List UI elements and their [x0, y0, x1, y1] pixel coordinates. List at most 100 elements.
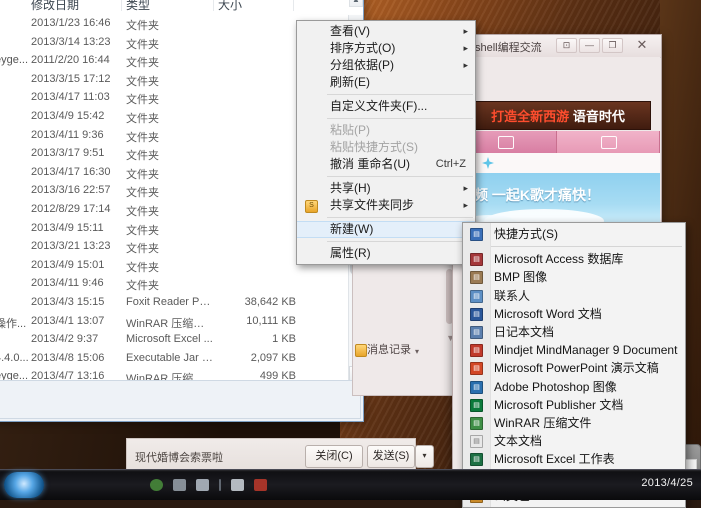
- dropdown-caret-icon[interactable]: ▾: [415, 347, 419, 356]
- table-row[interactable]: 2013/4/2 9:37 Microsoft Excel ... 1 KB: [0, 331, 349, 350]
- qq-title-bar[interactable]: shell编程交流 ⊡ — ❐ ✕: [453, 35, 661, 58]
- system-tray[interactable]: [150, 476, 267, 494]
- new-submenu-item-label: BMP 图像: [494, 270, 548, 285]
- context-menu-item[interactable]: 属性(R): [297, 245, 475, 262]
- winrar-icon: ▤: [470, 416, 483, 430]
- new-submenu-item-label: 日记本文档: [494, 324, 555, 339]
- context-menu-item[interactable]: 查看(V) ▸: [297, 23, 475, 40]
- column-header-date[interactable]: 修改日期: [31, 0, 79, 13]
- context-menu-item[interactable]: 撤消 重命名(U) Ctrl+Z: [297, 156, 475, 173]
- table-row[interactable]: 4.4.0...2013/4/8 15:06Executable Jar Fil…: [0, 350, 349, 369]
- table-row[interactable]: 操作...2013/4/1 13:07WinRAR 压缩文件10,111 KB: [0, 313, 349, 332]
- start-button[interactable]: [4, 472, 44, 498]
- new-submenu-item[interactable]: ▤ 快捷方式(S): [463, 225, 685, 243]
- column-divider: [121, 0, 122, 11]
- table-row[interactable]: 2013/4/3 15:15 Foxit Reader PD... 38,642 K…: [0, 294, 349, 313]
- context-menu-item[interactable]: 分组依据(P) ▸: [297, 57, 475, 74]
- windows-taskbar[interactable]: 2013/4/25: [0, 469, 701, 500]
- new-submenu-item[interactable]: ▤ Microsoft PowerPoint 演示文稿: [463, 359, 685, 377]
- new-submenu-item-label: Mindjet MindManager 9 Document: [494, 343, 678, 358]
- tray-icon-volume[interactable]: [231, 479, 244, 491]
- cell-date: 2013/1/23 16:46: [31, 17, 111, 29]
- context-menu-item-label: 分组依据(P): [330, 58, 394, 72]
- cell-size: 1 KB: [272, 333, 296, 346]
- qq-message-log-label[interactable]: 消息记录: [367, 341, 411, 357]
- new-submenu-item[interactable]: ▤ BMP 图像: [463, 268, 685, 286]
- send-button[interactable]: 发送(S): [367, 445, 415, 468]
- column-header-type[interactable]: 类型: [126, 0, 150, 13]
- sparkle-icon[interactable]: [482, 157, 494, 169]
- new-submenu-item[interactable]: ▤ WinRAR 压缩文件: [463, 414, 685, 432]
- taskbar-clock[interactable]: 2013/4/25: [641, 477, 693, 489]
- context-menu-item: 粘贴(P): [297, 122, 475, 139]
- close-button[interactable]: 关闭(C): [305, 445, 363, 468]
- new-submenu-item[interactable]: ▤ Microsoft Excel 工作表: [463, 450, 685, 468]
- qq-status-text: 现代婚博会索票啦: [135, 452, 223, 464]
- bmp-image-icon: ▤: [470, 271, 483, 285]
- cell-type: 文件夹: [126, 75, 159, 88]
- context-menu-item[interactable]: 新建(W)▸: [297, 221, 475, 238]
- windows-icon: [601, 136, 617, 149]
- tray-icon-download[interactable]: [150, 479, 163, 491]
- cell-type: 文件夹: [126, 280, 159, 293]
- context-menu-item[interactable]: 排序方式(O) ▸: [297, 40, 475, 57]
- word-icon: ▤: [470, 307, 483, 321]
- new-submenu-item[interactable]: ▤ 文本文档: [463, 432, 685, 450]
- qq-toolbar[interactable]: [454, 153, 660, 174]
- context-menu-item-label: 共享(H): [330, 181, 371, 195]
- cell-type: 文件夹: [126, 57, 159, 70]
- new-submenu-item[interactable]: ▤ 联系人: [463, 287, 685, 305]
- new-submenu-item-label: 联系人: [494, 288, 531, 303]
- new-submenu-item[interactable]: ▤ Mindjet MindManager 9 Document: [463, 341, 685, 359]
- menu-separator: [327, 118, 473, 119]
- tray-icon-display[interactable]: [173, 479, 186, 491]
- new-submenu-item[interactable]: ▤ Microsoft Access 数据库: [463, 250, 685, 268]
- cell-date: 2013/4/9 15:42: [31, 109, 105, 122]
- new-submenu-item-label: 文本文档: [494, 434, 543, 449]
- scroll-up-button[interactable]: ▲: [349, 0, 363, 7]
- column-header-size[interactable]: 大小: [218, 0, 242, 13]
- context-menu-item[interactable]: 自定义文件夹(F)...: [297, 98, 475, 115]
- qq-ad-text-white: 语音时代: [572, 109, 625, 124]
- qq-advertisement-banner[interactable]: 打造全新西游 语音时代: [465, 101, 651, 130]
- cell-type: Executable Jar File: [126, 351, 214, 364]
- table-row[interactable]: 2013/4/11 9:46 文件夹: [0, 275, 349, 294]
- column-divider: [213, 0, 214, 11]
- context-menu-item[interactable]: 刷新(E): [297, 74, 475, 91]
- tray-icon-antivirus[interactable]: [254, 479, 267, 491]
- cell-date: 2013/4/9 15:01: [31, 258, 105, 271]
- qq-tab-strip[interactable]: [454, 131, 660, 153]
- qq-promo-banner[interactable]: 视频 一起K歌才痛快！: [454, 173, 660, 225]
- qq-minimize-button[interactable]: —: [579, 38, 600, 53]
- sync-folder-icon: S: [305, 200, 318, 213]
- submenu-arrow-icon: ▸: [463, 43, 468, 53]
- cell-type: 文件夹: [126, 261, 159, 274]
- column-divider: [293, 0, 294, 11]
- qq-maximize-button[interactable]: ❐: [602, 38, 623, 53]
- cell-type: WinRAR 压缩文件: [126, 317, 214, 330]
- context-menu-item[interactable]: 共享(H) ▸: [297, 180, 475, 197]
- cell-type: 文件夹: [126, 38, 159, 51]
- qq-close-button[interactable]: ✕: [631, 38, 653, 53]
- tab-group-files[interactable]: [557, 131, 660, 153]
- chevron-up-icon: ▲: [350, 0, 362, 7]
- cell-date: 2013/3/21 13:23: [31, 240, 111, 253]
- context-menu-item[interactable]: S 共享文件夹同步 ▸: [297, 197, 475, 214]
- cell-date: 2013/3/14 13:23: [31, 35, 111, 48]
- qq-message-log-panel[interactable]: ▼ 消息记录 ▾: [352, 264, 464, 396]
- send-options-caret[interactable]: ▾: [415, 445, 434, 468]
- cell-date: 2013/4/3 15:15: [31, 295, 105, 308]
- new-submenu-item[interactable]: ▤ 日记本文档: [463, 323, 685, 341]
- cell-type: 文件夹: [126, 243, 159, 256]
- new-submenu-item[interactable]: ▤ Adobe Photoshop 图像: [463, 378, 685, 396]
- new-submenu[interactable]: ▤ 快捷方式(S) ▤ Microsoft Access 数据库 ▤ BMP 图像 ▤ 联系人…: [462, 222, 686, 508]
- qq-promo-banner-text: 视频 一起K歌才痛快！: [460, 187, 600, 203]
- tray-icon-network[interactable]: [196, 479, 209, 491]
- cell-type: 文件夹: [126, 168, 159, 181]
- excel-icon: ▤: [470, 453, 483, 467]
- new-submenu-item[interactable]: ▤ Microsoft Publisher 文档: [463, 396, 685, 414]
- new-submenu-item[interactable]: ▤ Microsoft Word 文档: [463, 305, 685, 323]
- qq-settings-button[interactable]: ⊡: [556, 38, 577, 53]
- mindmanager-icon: ▤: [470, 344, 483, 358]
- desktop-context-menu[interactable]: 查看(V) ▸ 排序方式(O) ▸ 分组依据(P) ▸ 刷新(E) 自定义文件夹(F)... 粘…: [296, 20, 476, 265]
